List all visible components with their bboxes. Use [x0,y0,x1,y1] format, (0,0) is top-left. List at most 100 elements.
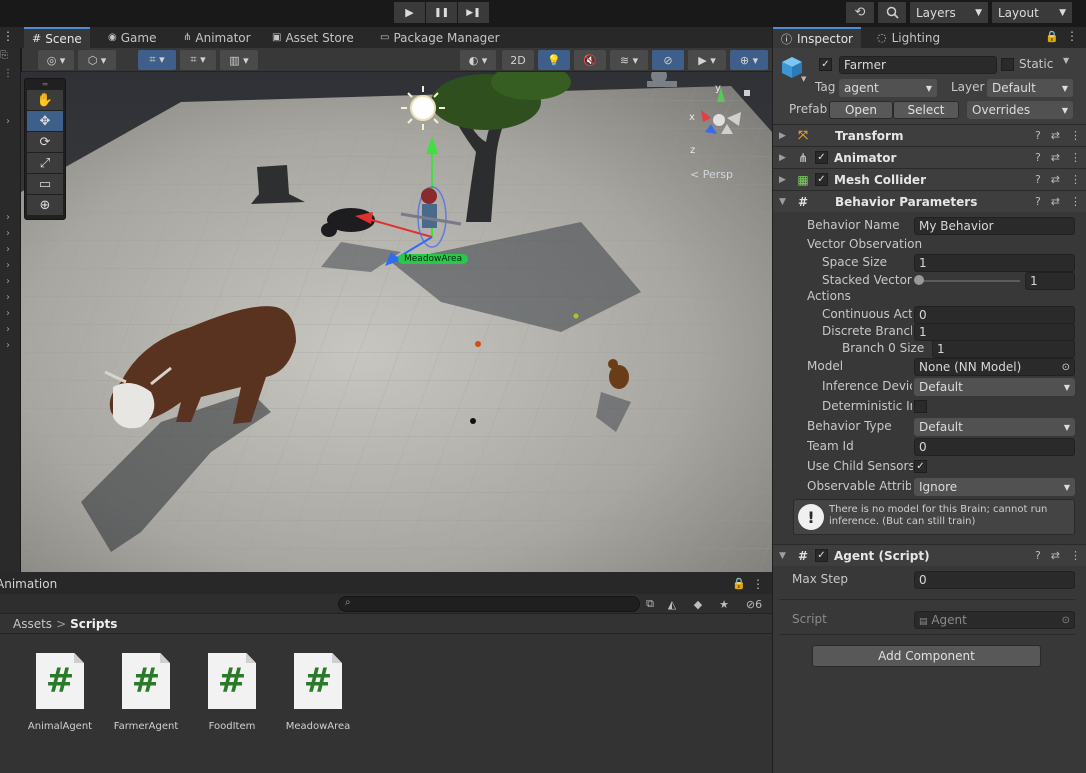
chevron-down-icon[interactable]: ▼ [779,551,791,561]
chevron-right-icon[interactable]: ▶ [779,153,791,163]
move-tool-button[interactable]: ✥ [27,111,63,131]
project-search-input[interactable]: ⌕ [338,596,640,612]
effects-button[interactable]: ≋ ▾ [610,50,648,70]
audio-toggle[interactable]: 🔇 [574,50,606,70]
file-item[interactable]: # AnimalAgent [20,653,100,732]
chevron-right-icon[interactable]: ▶ [779,175,791,185]
sun-icon[interactable] [410,95,436,121]
preset-icon[interactable]: ⇄ [1051,151,1060,164]
global-local-button[interactable]: ⬡ ▾ [78,50,116,70]
tab-scene[interactable]: # Scene [24,27,90,48]
undo-history-button[interactable]: ⟲ [846,2,874,23]
preset-icon[interactable]: ⇄ [1051,173,1060,186]
animation-tab[interactable]: Animation [0,577,57,591]
behavior-type-dropdown[interactable]: Default ▼ [914,418,1075,436]
chevron-right-icon[interactable]: › [6,244,10,255]
search-by-type-button[interactable]: ⧉ [640,596,660,612]
model-object-field[interactable]: None (NN Model) ⊙ [914,358,1075,376]
scale-tool-button[interactable]: ⤢ [27,153,63,173]
enabled-checkbox[interactable]: ✓ [815,173,828,186]
pause-button[interactable]: ❚❚ [426,2,457,23]
open-prefab-button[interactable]: Open [829,101,893,119]
farmer-body[interactable] [422,204,437,228]
more-vert-icon[interactable]: ⋮ [2,29,14,43]
preset-icon[interactable]: ⇄ [1051,129,1060,142]
lock-icon[interactable] [744,90,750,96]
tab-animator[interactable]: ⋔ Animator [175,27,259,48]
more-vert-icon[interactable]: ⋮ [1070,549,1081,562]
component-behavior-parameters[interactable]: ▼ # Behavior Parameters ? ⇄ ⋮ [773,190,1086,212]
food-item[interactable] [475,341,481,347]
search-button[interactable] [878,2,906,23]
file-item[interactable]: # FoodItem [192,653,272,732]
rect-tool-button[interactable]: ▭ [27,174,63,194]
inference-device-dropdown[interactable]: Default ▼ [914,378,1075,396]
add-component-button[interactable]: Add Component [812,645,1041,667]
more-vert-icon[interactable]: ⋮ [1070,195,1081,208]
play-button[interactable]: ▶ [394,2,425,23]
chevron-right-icon[interactable]: › [6,308,10,319]
component-agent-script[interactable]: ▼ # ✓ Agent (Script) ? ⇄ ⋮ [773,544,1086,566]
object-picker-icon[interactable]: ⊙ [1062,362,1070,373]
space-size-field[interactable]: 1 [914,254,1075,272]
rotate-tool-button[interactable]: ⟳ [27,132,63,152]
pivot-mode-button[interactable]: ◎ ▾ [38,50,74,70]
component-mesh-collider[interactable]: ▶ ▦ ✓ Mesh Collider ? ⇄ ⋮ [773,168,1086,190]
chevron-right-icon[interactable]: › [6,212,10,223]
scene-viewport[interactable]: y x z [21,72,772,572]
help-icon[interactable]: ? [1035,129,1041,142]
object-name-field[interactable]: Farmer [839,56,997,74]
tag-filter-button[interactable]: ◆ [688,596,708,612]
chevron-down-icon[interactable]: ▼ [1063,56,1069,65]
chevron-right-icon[interactable]: › [6,340,10,351]
enabled-checkbox[interactable]: ✓ [815,151,828,164]
help-icon[interactable]: ? [1035,195,1041,208]
more-vert-icon[interactable]: ⋮ [752,577,764,591]
tab-game[interactable]: ◉ Game [100,27,164,48]
lighting-toggle[interactable]: 💡 [538,50,570,70]
file-item[interactable]: # FarmerAgent [106,653,186,732]
drag-handle-icon[interactable]: ═ [25,79,65,89]
select-prefab-button[interactable]: Select [893,101,959,119]
stacked-vectors-slider-track[interactable] [918,280,1020,282]
food-item[interactable] [470,418,476,424]
continuous-actions-field[interactable]: 0 [914,306,1075,324]
meadow-area-label[interactable]: MeadowArea [398,254,469,264]
more-vert-icon[interactable]: ⋮ [1070,173,1081,186]
tab-package-manager[interactable]: ▭ Package Manager [372,27,508,48]
component-transform[interactable]: ▶ ⤧ Transform ? ⇄ ⋮ [773,124,1086,146]
tab-asset-store[interactable]: ▣ Asset Store [264,27,362,48]
layout-dropdown[interactable]: Layout ▼ [992,2,1072,23]
chevron-down-icon[interactable]: ▼ [779,197,791,207]
draw-mode-button[interactable]: ◐ ▾ [460,50,496,70]
observable-attr-dropdown[interactable]: Ignore ▼ [914,478,1075,496]
active-checkbox[interactable]: ✓ [819,58,832,71]
camera-button[interactable]: ▶ ▾ [688,50,726,70]
max-step-field[interactable]: 0 [914,571,1075,589]
ruler-button[interactable]: ▥ ▾ [220,50,258,70]
component-animator[interactable]: ▶ ⋔ ✓ Animator ? ⇄ ⋮ [773,146,1086,168]
food-item[interactable] [573,313,579,319]
chevron-right-icon[interactable]: › [6,276,10,287]
more-vert-icon[interactable]: ⋮ [1070,129,1081,142]
behavior-name-field[interactable]: My Behavior [914,217,1075,235]
stacked-vectors-slider-thumb[interactable] [914,275,924,285]
branch0-field[interactable]: 1 [932,340,1075,358]
preset-icon[interactable]: ⇄ [1051,195,1060,208]
deterministic-checkbox[interactable] [914,400,927,413]
hidden-packages-button[interactable]: ⊘ 6 [740,596,768,612]
2d-toggle[interactable]: 2D [502,50,534,70]
lock-icon[interactable]: 🔒 [732,577,746,590]
tab-inspector[interactable]: ⓘ Inspector [773,27,861,48]
grid-snap-button[interactable]: ⌗ ▾ [138,50,176,70]
use-child-sensors-checkbox[interactable]: ✓ [914,460,927,473]
increment-snap-button[interactable]: ⌗ ▾ [180,50,216,70]
chevron-right-icon[interactable]: › [6,324,10,335]
gizmos-button[interactable]: ⊕ ▾ [730,50,768,70]
breadcrumb-assets[interactable]: Assets [13,617,52,631]
enabled-checkbox[interactable]: ✓ [815,549,828,562]
layers-dropdown[interactable]: Layers ▼ [910,2,988,23]
help-icon[interactable]: ? [1035,173,1041,186]
chevron-right-icon[interactable]: › [6,260,10,271]
preset-icon[interactable]: ⇄ [1051,549,1060,562]
